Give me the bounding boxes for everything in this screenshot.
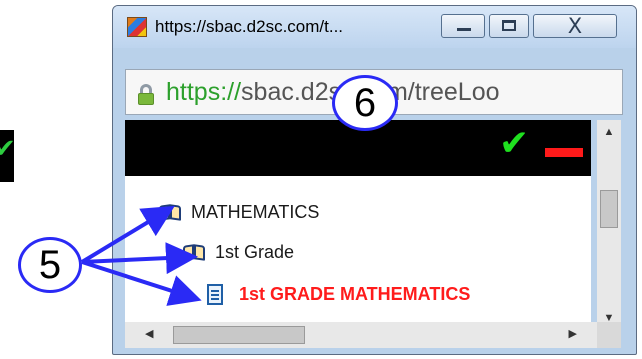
scroll-up-arrow-icon[interactable]: ▲ [597,126,621,138]
tree-item-label: 1st Grade [215,242,295,262]
vertical-scroll-thumb[interactable] [600,190,618,228]
horizontal-scrollbar[interactable]: ◀ ▶ [125,322,597,348]
scroll-right-arrow-icon[interactable]: ▶ [569,327,577,340]
scrollbar-corner [597,322,621,348]
close-button[interactable]: X [533,14,617,38]
partial-toolbar-fragment: ✔ [0,130,16,182]
minimize-icon [457,28,471,31]
maximize-icon [502,20,516,31]
tree-item-label: MATHEMATICS [191,202,320,222]
check-icon[interactable]: ✔ [499,126,529,162]
close-icon: X [567,14,583,38]
scroll-left-arrow-icon[interactable]: ◀ [145,327,153,340]
check-icon: ✔ [0,134,16,164]
url-scheme: https:// [166,78,242,106]
window-title: https://sbac.d2sc.com/t... [155,17,344,36]
callout-6: 6 [332,75,398,131]
minimize-button[interactable] [441,14,485,38]
remove-icon[interactable] [545,148,583,157]
book-icon [159,202,183,222]
document-icon [207,284,223,305]
maximize-button[interactable] [489,14,529,38]
horizontal-scroll-thumb[interactable] [173,326,305,344]
titlebar: https://sbac.d2sc.com/t... X [113,6,636,48]
popup-window: https://sbac.d2sc.com/t... X https://sba… [112,5,637,355]
callout-5: 5 [18,237,82,293]
lock-icon [138,84,154,105]
vertical-scrollbar[interactable]: ▲ ▼ [597,120,621,330]
tree-item-label-selected: 1st GRADE MATHEMATICS [239,284,471,304]
page-content: ✔ MATHEMATICS 1st Grade 1st GRADE MATHEM… [125,120,591,335]
app-icon [127,17,147,37]
book-icon [183,242,207,262]
